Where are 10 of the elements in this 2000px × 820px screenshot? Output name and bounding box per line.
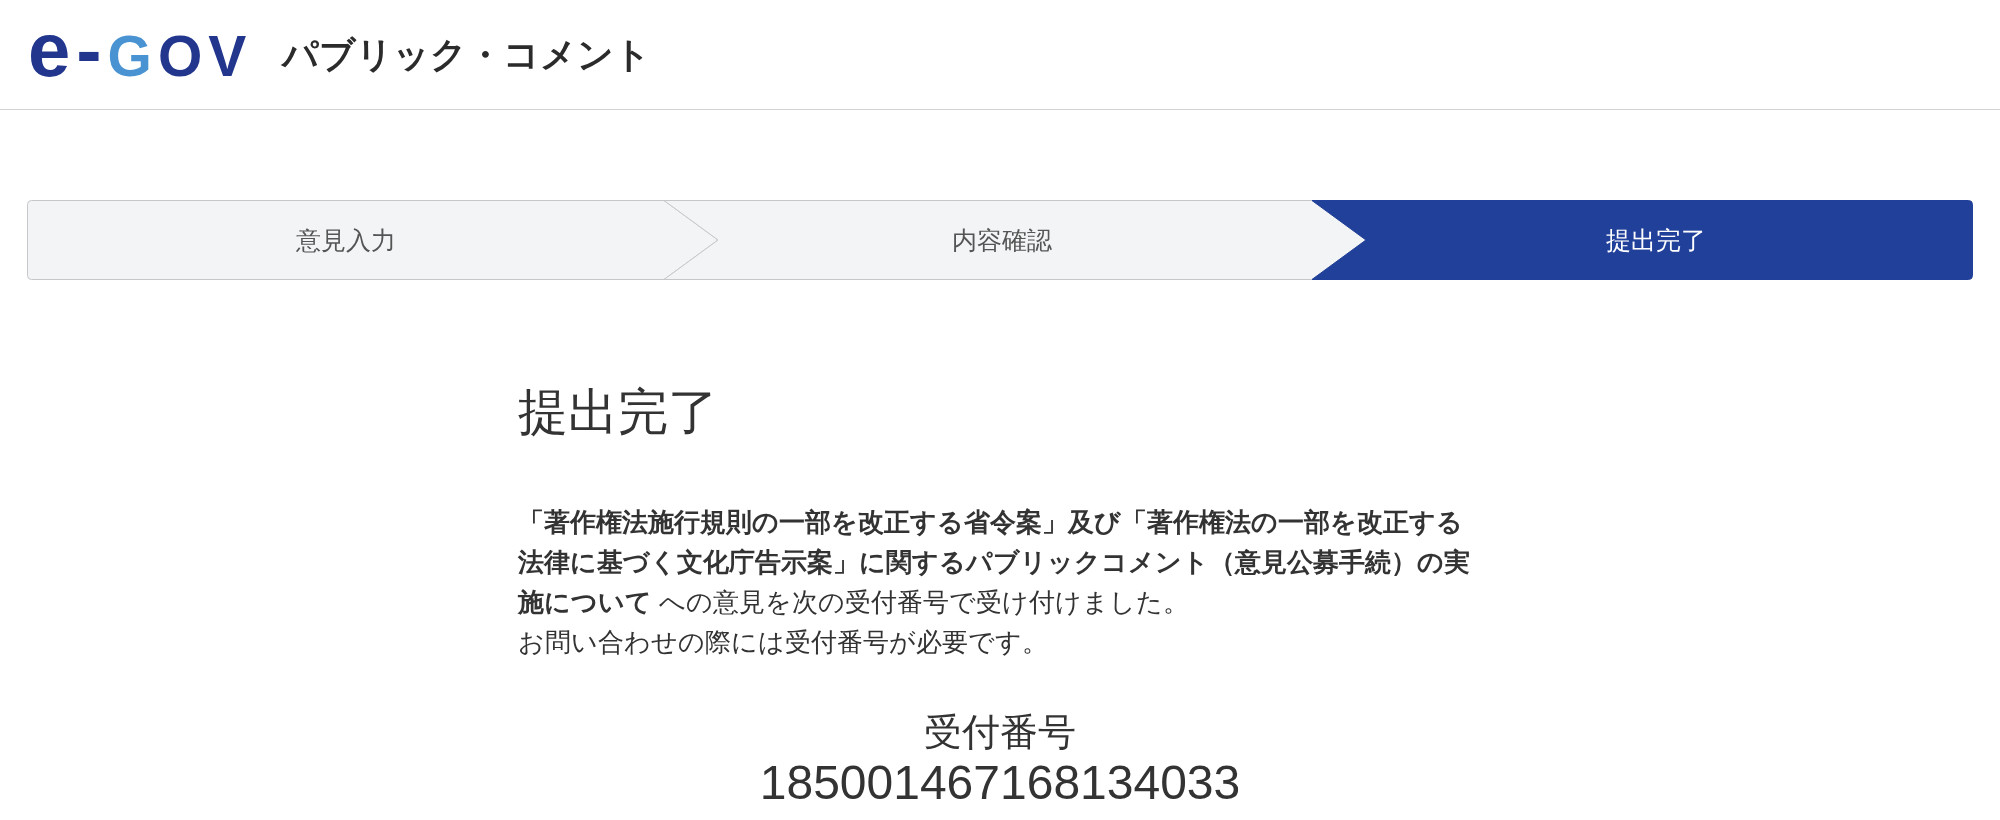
receipt-number: 185001467168134033: [759, 756, 1241, 810]
progress-step: 内容確認: [663, 200, 1367, 280]
progress-step: 提出完了: [1311, 200, 1973, 280]
progress-step: 意見入力: [27, 200, 719, 280]
note-text: お問い合わせの際には受付番号が必要です。: [518, 626, 1049, 659]
page-heading: 提出完了: [518, 383, 719, 442]
logo[interactable]: e-GOV: [28, 31, 264, 80]
confirmation-message: 「著作権法施行規則の一部を改正する省令案」及び「著作権法の一部を改正する法律に基づく文化庁告示案」に関するパブリックコメント（意見公募手続）の実施について への意見を次の受付番号で受け付けました。: [518, 506, 1471, 619]
site-title: パブリック・コメント: [282, 32, 651, 77]
receipt-label: 受付番号: [924, 710, 1076, 754]
